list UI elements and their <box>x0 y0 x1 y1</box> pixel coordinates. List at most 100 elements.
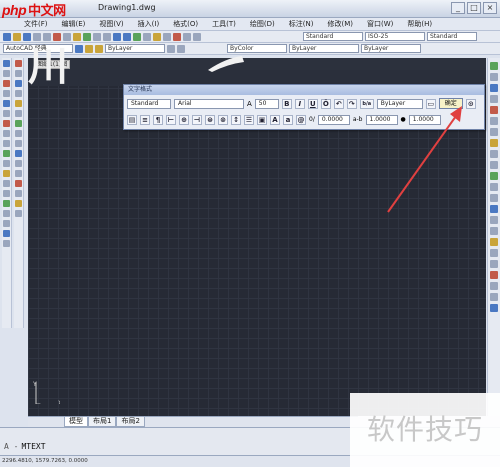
layer-manager-icon[interactable] <box>85 44 93 53</box>
undo-icon[interactable] <box>93 32 101 41</box>
menu-modify[interactable]: 修改(M) <box>325 19 355 29</box>
preview-icon[interactable] <box>43 32 51 41</box>
explode-icon[interactable] <box>15 210 22 217</box>
center-mark-icon[interactable] <box>490 205 498 213</box>
cut-icon[interactable] <box>53 32 61 41</box>
revcloud-icon[interactable] <box>3 130 10 137</box>
symbol-icon[interactable]: @ <box>296 114 306 125</box>
zoom-icon[interactable] <box>123 32 131 41</box>
point-icon[interactable] <box>3 190 10 197</box>
paragraph-icon[interactable]: ¶ <box>153 114 163 125</box>
make-current-icon[interactable] <box>167 44 175 53</box>
layer-combo[interactable]: ByLayer <box>105 44 165 53</box>
construction-line-icon[interactable] <box>3 70 10 77</box>
color-combo[interactable]: ByColor <box>227 44 287 53</box>
menu-tools[interactable]: 工具(T) <box>210 19 238 29</box>
stack-button[interactable]: b/a <box>359 98 374 109</box>
dimension-radius-icon[interactable] <box>490 106 498 114</box>
continue-icon[interactable] <box>490 172 498 180</box>
dimension-aligned-icon[interactable] <box>490 73 498 81</box>
justification-icon[interactable]: ≡ <box>140 114 150 125</box>
columns-icon[interactable]: ▤ <box>127 114 137 125</box>
markup-icon[interactable] <box>173 32 181 41</box>
workspace-settings-icon[interactable] <box>75 44 83 53</box>
dim-style-combo[interactable]: ISO-25 <box>365 32 425 41</box>
save-icon[interactable] <box>23 32 31 41</box>
tab-model[interactable]: 模型 <box>64 417 88 427</box>
dimension-angular-icon[interactable] <box>490 139 498 147</box>
menu-file[interactable]: 文件(F) <box>22 19 50 29</box>
arc-icon[interactable] <box>3 110 10 117</box>
dim-edit-icon[interactable] <box>490 216 498 224</box>
chamfer-icon[interactable] <box>15 190 22 197</box>
move-icon[interactable] <box>15 110 22 117</box>
spline-icon[interactable] <box>3 140 10 147</box>
new-icon[interactable] <box>3 32 11 41</box>
leader-icon[interactable] <box>490 183 498 191</box>
menu-draw[interactable]: 绘图(D) <box>248 19 277 29</box>
fillet-icon[interactable] <box>15 200 22 207</box>
menu-insert[interactable]: 插入(I) <box>136 19 162 29</box>
text-style-combo[interactable]: Standard <box>303 32 363 41</box>
copy-icon[interactable] <box>63 32 71 41</box>
align-center-icon[interactable]: ⊕ <box>179 114 189 125</box>
copy-object-icon[interactable] <box>15 70 22 77</box>
dim-text-edit-icon[interactable] <box>490 227 498 235</box>
text-height-combo[interactable]: 50 <box>254 98 279 109</box>
dim-update-icon[interactable] <box>490 238 498 246</box>
tolerance-icon[interactable] <box>490 194 498 202</box>
pan-icon[interactable] <box>113 32 121 41</box>
style-combo[interactable]: Standard <box>127 98 171 109</box>
align-right-icon[interactable]: ⊣ <box>192 114 202 125</box>
menu-view[interactable]: 视图(V) <box>97 19 125 29</box>
overline-button[interactable]: Ō <box>320 98 331 109</box>
insert-block-icon[interactable] <box>3 170 10 177</box>
menu-window[interactable]: 窗口(W) <box>365 19 395 29</box>
redo-button[interactable]: ↷ <box>346 98 357 109</box>
tool-palettes-icon[interactable] <box>163 32 171 41</box>
line-spacing-icon[interactable]: ↕ <box>231 114 241 125</box>
stretch-icon[interactable] <box>15 140 22 147</box>
font-combo[interactable]: Arial <box>174 98 244 109</box>
minimize-button[interactable]: _ <box>451 2 465 14</box>
dimension-ordinate-icon[interactable] <box>490 95 498 103</box>
snap-midpoint-icon[interactable] <box>490 282 498 290</box>
snap-endpoint-icon[interactable] <box>490 271 498 279</box>
justify-icon[interactable]: ⊜ <box>205 114 215 125</box>
table-style-combo[interactable]: Standard <box>427 32 477 41</box>
object-snap-icon[interactable] <box>490 260 498 268</box>
distribute-icon[interactable]: ⊚ <box>218 114 228 125</box>
menu-dimension[interactable]: 标注(N) <box>287 19 316 29</box>
dimension-jogged-icon[interactable] <box>490 117 498 125</box>
quick-dimension-icon[interactable] <box>490 150 498 158</box>
break-icon[interactable] <box>15 170 22 177</box>
print-icon[interactable] <box>33 32 41 41</box>
maximize-button[interactable]: □ <box>467 2 481 14</box>
gradient-icon[interactable] <box>3 210 10 217</box>
make-block-icon[interactable] <box>3 180 10 187</box>
rectangle-icon[interactable] <box>3 100 10 107</box>
paste-icon[interactable] <box>73 32 81 41</box>
lowercase-icon[interactable]: a <box>283 114 293 125</box>
dimension-linear-icon[interactable] <box>490 62 498 70</box>
layer-state-icon[interactable] <box>95 44 103 53</box>
erase-icon[interactable] <box>15 60 22 67</box>
insert-field-icon[interactable]: ▣ <box>257 114 267 125</box>
linetype-combo[interactable]: ByLayer <box>289 44 359 53</box>
polyline-icon[interactable] <box>3 80 10 87</box>
italic-button[interactable]: I <box>294 98 305 109</box>
snap-center-icon[interactable] <box>490 293 498 301</box>
mirror-icon[interactable] <box>15 80 22 87</box>
offset-icon[interactable] <box>15 90 22 97</box>
close-button[interactable]: × <box>483 2 497 14</box>
underline-button[interactable]: U <box>307 98 318 109</box>
join-icon[interactable] <box>15 180 22 187</box>
undo-button[interactable]: ↶ <box>333 98 344 109</box>
menu-format[interactable]: 格式(O) <box>171 19 200 29</box>
tab-layout2[interactable]: 布局2 <box>116 417 145 427</box>
mtext-icon[interactable] <box>3 240 10 247</box>
bold-button[interactable]: B <box>281 98 292 109</box>
zoom-window-icon[interactable] <box>133 32 141 41</box>
trim-icon[interactable] <box>15 150 22 157</box>
redo-icon[interactable] <box>103 32 111 41</box>
